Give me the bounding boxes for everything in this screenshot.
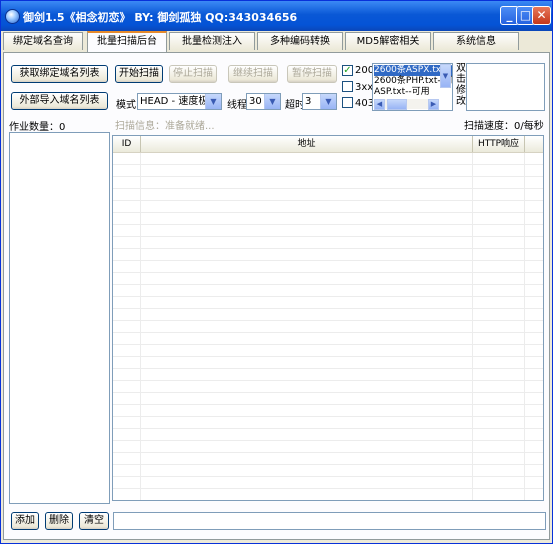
table-header: ID 地址 HTTP响应 <box>113 136 543 153</box>
chevron-down-icon: ▼ <box>320 94 336 109</box>
grid-divider <box>524 153 525 500</box>
scan-info-label: 扫描信息：准备就绪... <box>115 121 215 132</box>
status-3xx-checkbox[interactable] <box>342 81 353 92</box>
scroll-thumb[interactable] <box>387 99 407 110</box>
tab-md5[interactable]: MD5解密相关 <box>345 32 431 50</box>
edit-box[interactable] <box>466 63 545 111</box>
pause-scan-button[interactable]: 暂停扫描 <box>287 65 337 83</box>
mode-label: 模式 <box>116 100 136 111</box>
tab-bar: 绑定域名查询 批量扫描后台 批量检测注入 多种编码转换 MD5解密相关 系统信息 <box>3 31 551 52</box>
column-address[interactable]: 地址 <box>141 136 473 152</box>
fetch-bound-domains-button[interactable]: 获取绑定域名列表 <box>11 65 108 83</box>
timeout-value: 3 <box>305 96 312 107</box>
resume-scan-button[interactable]: 继续扫描 <box>228 65 278 83</box>
stop-scan-button[interactable]: 停止扫描 <box>169 65 217 83</box>
app-icon <box>5 9 20 24</box>
double-click-hint: 双击修改 <box>456 63 466 107</box>
threads-select[interactable]: 30 ▼ <box>246 93 281 110</box>
threads-value: 30 <box>249 96 262 107</box>
tab-system-info[interactable]: 系统信息 <box>433 32 519 50</box>
dictionary-list[interactable]: 2600条ASPX.txt--可用 2600条PHP.txt--可用 ASP.t… <box>372 63 453 111</box>
column-http-response[interactable]: HTTP响应 <box>473 136 525 152</box>
column-id[interactable]: ID <box>113 136 141 152</box>
job-count-label: 作业数量：0 <box>9 122 66 133</box>
close-button[interactable]: ✕ <box>532 6 551 25</box>
tab-bound-domain-query[interactable]: 绑定域名查询 <box>3 32 83 50</box>
chevron-down-icon: ▼ <box>205 94 221 109</box>
horizontal-scrollbar[interactable]: ◀ ▶ <box>374 99 439 110</box>
scroll-left-icon[interactable]: ◀ <box>374 99 385 110</box>
tab-batch-scan-admin[interactable]: 批量扫描后台 <box>87 31 167 52</box>
tab-encoding[interactable]: 多种编码转换 <box>257 32 343 50</box>
close-icon: ✕ <box>536 8 547 22</box>
domain-list[interactable] <box>9 132 110 504</box>
chevron-down-icon: ▼ <box>264 94 280 109</box>
threads-label: 线程 <box>227 100 247 111</box>
scan-speed-label: 扫描速度：0/每秒 <box>464 121 544 132</box>
results-table[interactable]: ID 地址 HTTP响应 <box>112 135 544 501</box>
dictionary-item[interactable]: ASP.txt--可用 <box>374 87 430 98</box>
add-button[interactable]: 添加 <box>11 512 39 530</box>
status-403-checkbox[interactable] <box>342 97 353 108</box>
status-200-checkbox[interactable]: ✓ <box>342 65 353 76</box>
window-title: 御剑1.5《相念初恋》 BY: 御剑孤独 QQ:343034656 <box>23 11 298 24</box>
status-3xx-label: 3xx <box>355 82 374 93</box>
clear-button[interactable]: 清空 <box>79 512 109 530</box>
tab-batch-injection[interactable]: 批量检测注入 <box>169 32 255 50</box>
mode-select[interactable]: HEAD - 速度极快 ▼ <box>137 93 222 110</box>
app-window: 御剑1.5《相念初恋》 BY: 御剑孤独 QQ:343034656 _ □ ✕ … <box>0 0 553 544</box>
chevron-down-icon[interactable]: ▼ <box>440 64 451 88</box>
title-bar[interactable]: 御剑1.5《相念初恋》 BY: 御剑孤独 QQ:343034656 _ □ ✕ <box>1 1 552 31</box>
grid-divider <box>140 153 141 500</box>
table-body <box>113 153 543 500</box>
grid-divider <box>472 153 473 500</box>
status-input[interactable] <box>113 512 546 530</box>
timeout-select[interactable]: 3 ▼ <box>302 93 337 110</box>
import-domains-button[interactable]: 外部导入域名列表 <box>11 92 108 110</box>
scroll-right-icon[interactable]: ▶ <box>428 99 439 110</box>
start-scan-button[interactable]: 开始扫描 <box>115 65 163 83</box>
delete-button[interactable]: 删除 <box>45 512 73 530</box>
